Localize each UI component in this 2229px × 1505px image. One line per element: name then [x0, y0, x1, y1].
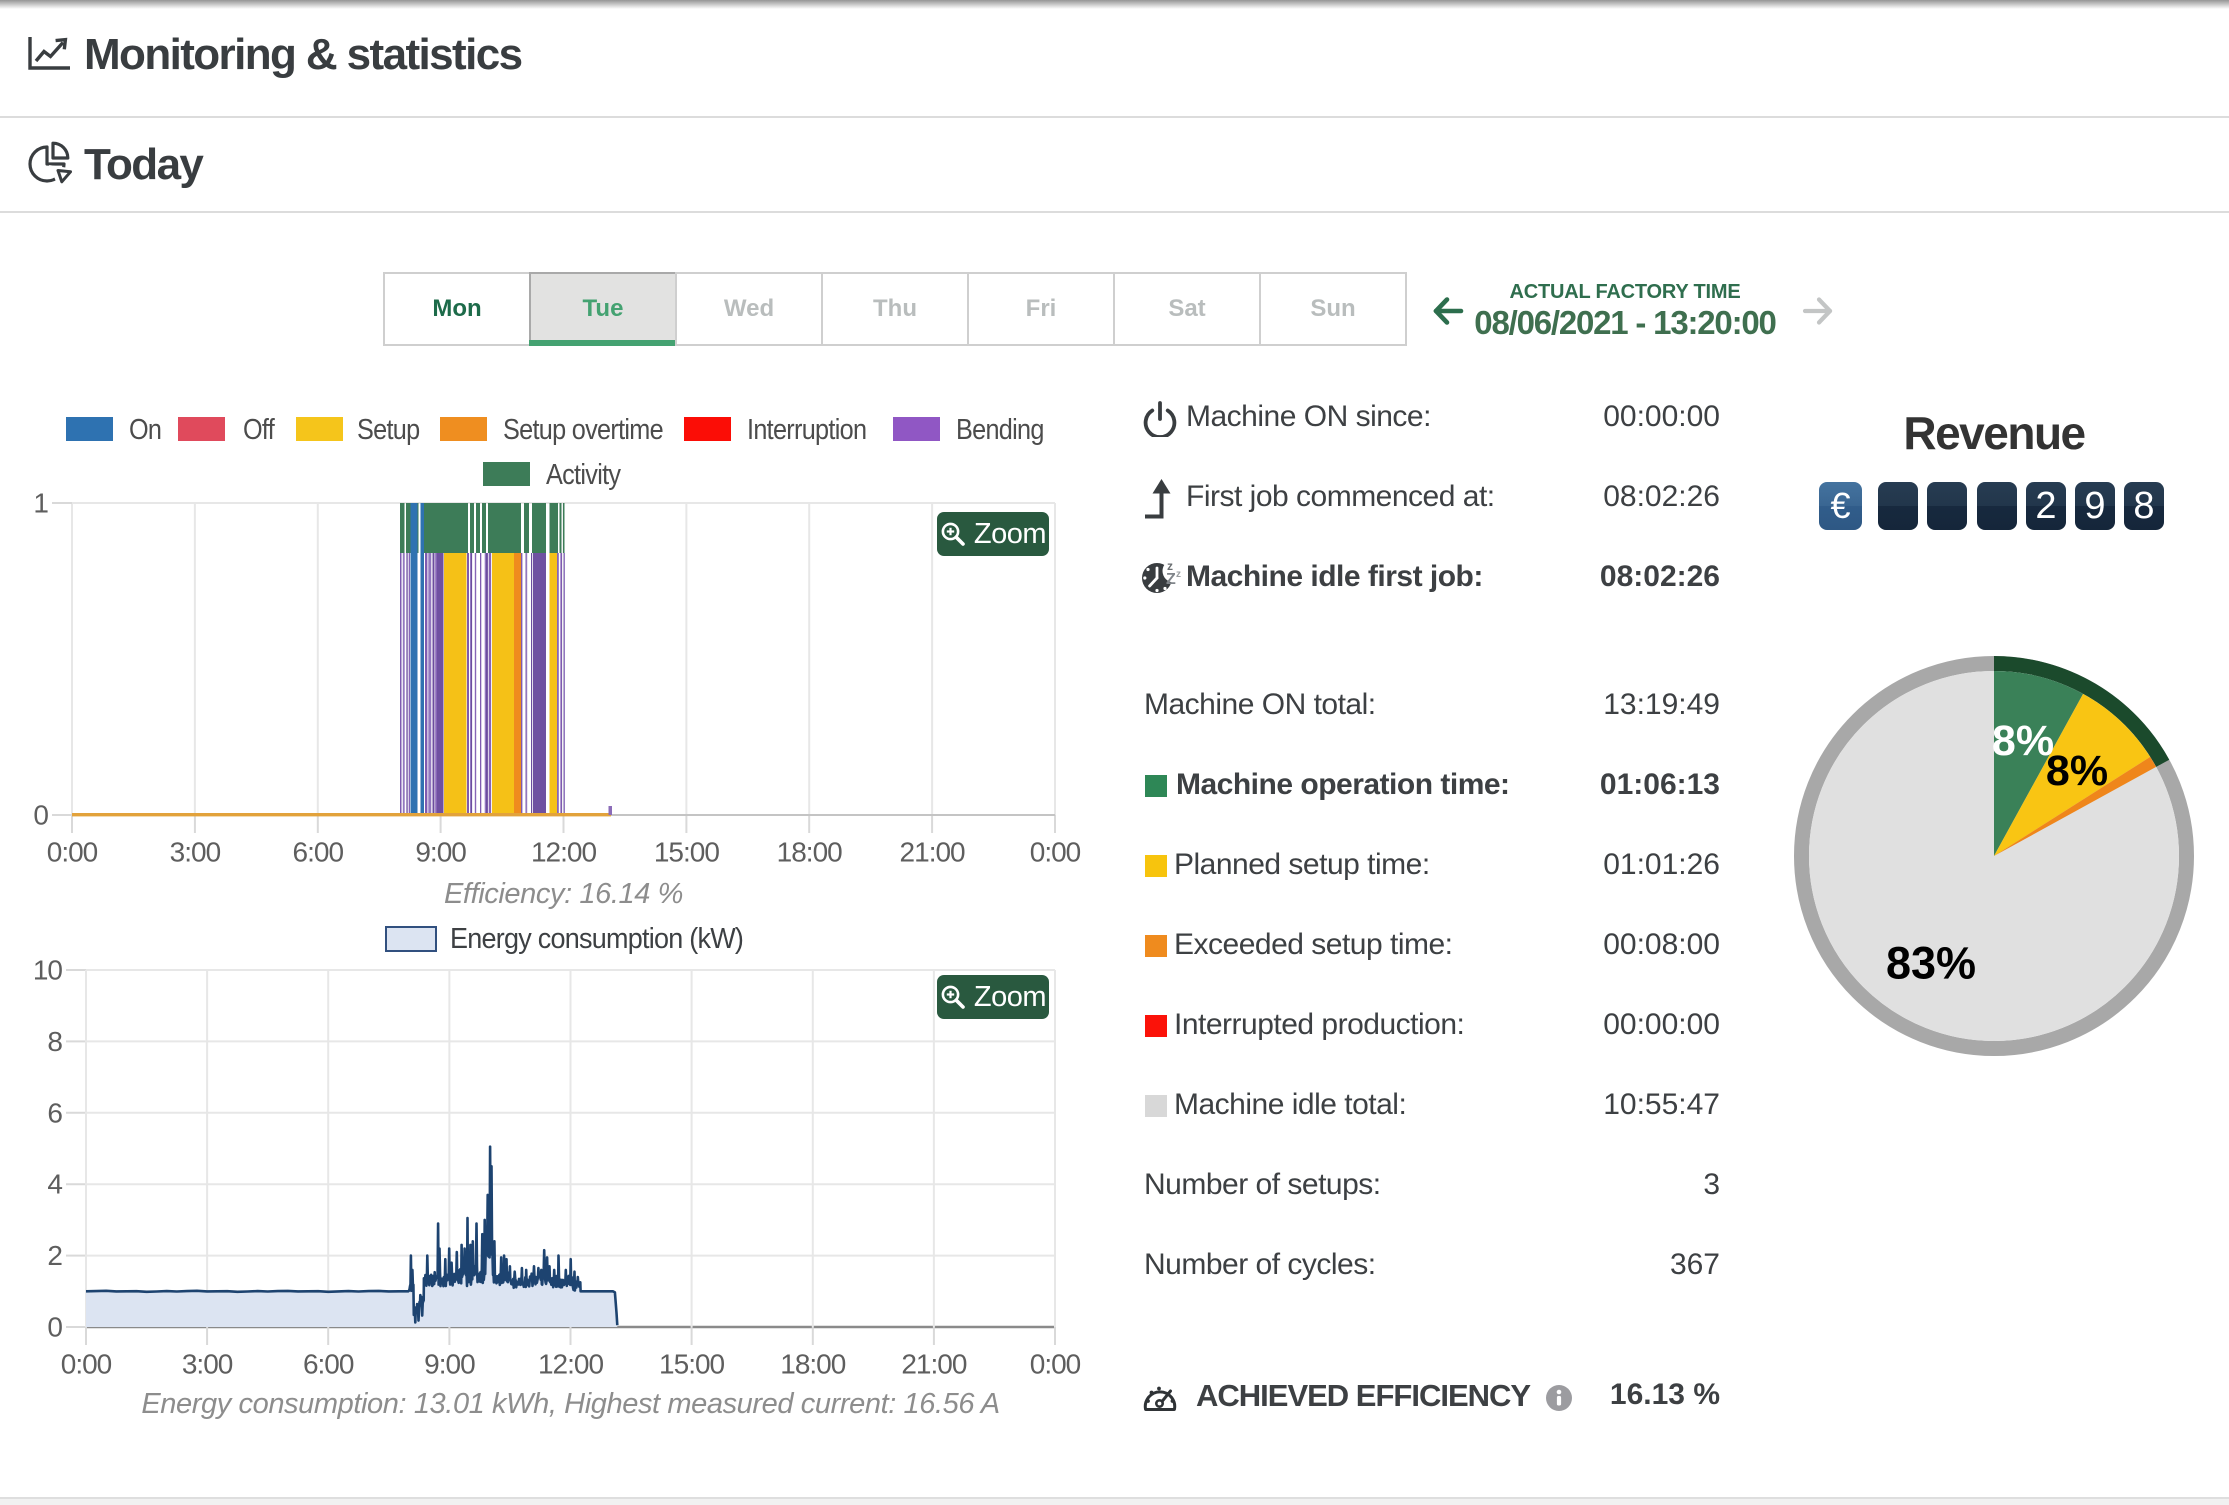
svg-text:8%: 8% — [1992, 717, 2054, 765]
svg-text:18:00: 18:00 — [780, 1349, 845, 1380]
svg-text:3:00: 3:00 — [182, 1349, 233, 1380]
svg-text:Z: Z — [1166, 571, 1176, 588]
svg-text:0: 0 — [33, 800, 48, 831]
svg-text:15:00: 15:00 — [659, 1349, 724, 1380]
svg-text:12:00: 12:00 — [538, 1349, 603, 1380]
svg-text:6: 6 — [47, 1097, 62, 1128]
svg-text:10: 10 — [33, 955, 63, 986]
svg-text:18:00: 18:00 — [777, 837, 842, 868]
svg-text:8%: 8% — [2046, 747, 2108, 795]
svg-text:0:00: 0:00 — [1030, 1349, 1081, 1380]
svg-text:21:00: 21:00 — [901, 1349, 966, 1380]
svg-text:15:00: 15:00 — [654, 837, 719, 868]
svg-text:83%: 83% — [1886, 938, 1976, 989]
svg-text:z: z — [1176, 569, 1181, 580]
svg-text:21:00: 21:00 — [900, 837, 965, 868]
svg-text:3:00: 3:00 — [170, 837, 221, 868]
svg-text:1: 1 — [33, 488, 48, 519]
svg-text:6:00: 6:00 — [303, 1349, 354, 1380]
svg-text:12:00: 12:00 — [531, 837, 596, 868]
svg-text:0: 0 — [47, 1312, 62, 1343]
svg-text:8: 8 — [47, 1026, 62, 1057]
svg-text:9:00: 9:00 — [424, 1349, 475, 1380]
svg-text:0:00: 0:00 — [61, 1349, 112, 1380]
svg-text:0:00: 0:00 — [47, 837, 98, 868]
svg-text:4: 4 — [47, 1169, 62, 1200]
svg-text:6:00: 6:00 — [293, 837, 344, 868]
svg-text:9:00: 9:00 — [415, 837, 466, 868]
svg-text:2: 2 — [47, 1240, 62, 1271]
svg-text:0:00: 0:00 — [1030, 837, 1081, 868]
